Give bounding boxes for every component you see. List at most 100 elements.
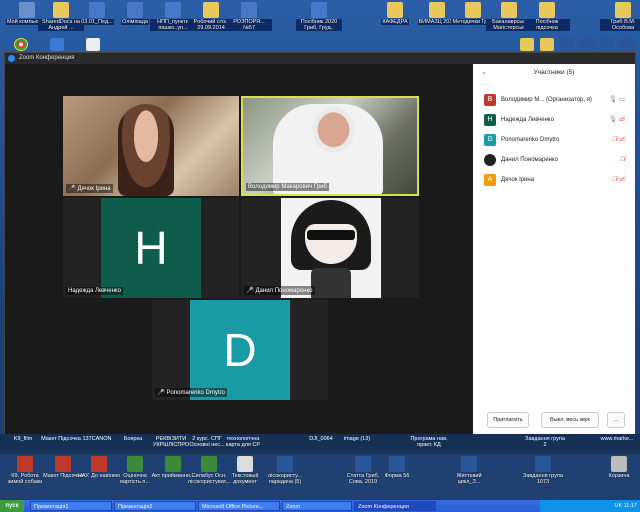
desktop-icon-label: Гриб В.М. Особова <box>600 19 640 31</box>
desktop-icon-label[interactable]: image (13) <box>336 436 378 442</box>
folder-icon[interactable] <box>520 38 534 51</box>
desktop-icon[interactable]: Посібник підсочка <box>524 2 570 31</box>
desktop-icon-label: Завдання група 1073 <box>523 473 563 485</box>
desktop-icon[interactable]: Життєвий цикл_З... <box>446 456 492 485</box>
video-tile-danyl[interactable]: 🎤̸ Данил Пономаренко <box>241 198 419 298</box>
video-icon[interactable]: ▭ <box>619 96 625 103</box>
participants-footer: Пригласить Выкл. весь звук ... <box>473 412 635 428</box>
file-icon <box>465 2 481 18</box>
mute-all-button[interactable]: Выкл. весь звук <box>541 412 599 428</box>
taskbar-item[interactable]: Zoom <box>282 501 352 511</box>
tile-name-label: 🎤̸ Данил Пономаренко <box>244 286 315 295</box>
taskbar-item[interactable]: Презентація2 <box>114 501 196 511</box>
video-tile-levchenko[interactable]: H Надежда Левченко <box>63 198 239 298</box>
participant-avatar: В <box>484 94 496 106</box>
recycle-bin-icon[interactable]: Корзина <box>596 456 640 479</box>
video-off-icon[interactable]: ▭̸ <box>619 176 625 183</box>
file-icon <box>89 2 105 18</box>
file-icon <box>203 2 219 18</box>
chrome-icon[interactable] <box>14 38 28 51</box>
file-icon <box>241 2 257 18</box>
word-doc-icon[interactable] <box>580 38 594 51</box>
desktop-icon-label: КАФЕДРА <box>381 19 409 25</box>
taskbar-item[interactable]: Microsoft Office Picture... <box>198 501 280 511</box>
file-icon <box>535 456 551 472</box>
mic-muted-icon[interactable]: 🎙̸ <box>612 136 617 143</box>
participant-row[interactable]: Данил Пономаренко 🎙̸ <box>473 150 635 170</box>
desktop-icon-label[interactable]: www.marke... <box>596 436 638 442</box>
more-button[interactable]: ... <box>607 412 625 428</box>
desktop-icon-label[interactable]: Програма нав. практ. КД <box>408 436 450 448</box>
video-tile-diachok[interactable]: 🎤̸ Дячок Ірина <box>63 96 239 196</box>
desktop-icon-label[interactable]: технологічна карта для СР <box>222 436 264 448</box>
mic-muted-icon[interactable]: 🎙̸ <box>620 156 625 163</box>
video-tile-ponomarenko[interactable]: D 🎤̸ Ponomarenko Dmytro <box>152 300 328 400</box>
file-icon <box>611 456 627 472</box>
person-silhouette <box>118 104 174 196</box>
invite-button[interactable]: Пригласить <box>487 412 529 428</box>
desktop-icon[interactable]: лісокористу... паредача (5) <box>262 456 308 485</box>
file-icon <box>19 2 35 18</box>
desktop-icon[interactable]: Форма 56 <box>374 456 420 479</box>
file-icon <box>91 456 107 472</box>
start-button[interactable]: пуск <box>0 500 24 512</box>
file-icon <box>165 456 181 472</box>
taskbar-item[interactable]: Презентація1 <box>30 501 112 511</box>
file-icon <box>429 2 445 18</box>
desktop-icon[interactable]: Посібник 2020 Гриб, Груд.. <box>296 2 342 31</box>
zoom-window-title: Zoom Конференция <box>19 55 75 61</box>
file-icon <box>387 2 403 18</box>
word-doc-icon[interactable] <box>600 38 614 51</box>
video-off-icon[interactable]: ▭̸ <box>619 136 625 143</box>
file-icon <box>355 456 371 472</box>
video-tile-hryb[interactable]: Володимир Макарович Гриб <box>241 96 419 196</box>
word-doc-icon[interactable] <box>560 38 574 51</box>
desktop-icon[interactable]: Завдання група 1073 <box>520 456 566 485</box>
file-icon <box>539 2 555 18</box>
file-icon <box>237 456 253 472</box>
mic-muted-icon[interactable]: 🎙̸ <box>612 176 617 183</box>
folder-icon[interactable] <box>540 38 554 51</box>
zoom-titlebar[interactable]: Zoom Конференция <box>5 53 635 64</box>
participant-avatar: A <box>484 174 496 186</box>
file-icon <box>311 2 327 18</box>
mic-icon[interactable]: 🎙 <box>609 96 617 103</box>
video-off-icon[interactable]: ▭̸ <box>619 116 625 123</box>
taskbar-item[interactable]: Zoom Конференция <box>354 501 436 511</box>
desktop-icon-label: РОЗПОРЯ... №57 <box>226 19 272 31</box>
system-tray[interactable]: UK 11:17 <box>540 500 640 512</box>
anime-avatar-image <box>281 198 381 298</box>
word-doc-icon[interactable] <box>620 38 634 51</box>
chevron-down-icon[interactable]: ⌄ <box>481 64 487 82</box>
desktop-icon[interactable]: Гриб В.М. Особова <box>600 2 640 31</box>
participant-name: Володимир М... (Организатор, я) <box>501 97 592 103</box>
participant-avatar: D <box>484 134 496 146</box>
participant-name: Данил Пономаренко <box>501 157 559 163</box>
desktop-icon[interactable]: КАФЕДРА <box>372 2 418 25</box>
participant-name: Надежда Левченко <box>501 117 554 123</box>
desktop-icon-label[interactable]: Завдання група 2 <box>524 436 566 448</box>
browser-icon[interactable] <box>50 38 64 51</box>
mic-muted-icon: 🎤̸ <box>68 186 76 192</box>
mic-muted-icon: 🎤̸ <box>246 288 254 294</box>
participant-row[interactable]: H Надежда Левченко 🎙 ▭̸ <box>473 110 635 130</box>
desktop-icon-label: Олімпіада <box>121 19 149 25</box>
desktop-icon-label: Корзина <box>608 473 630 479</box>
mic-icon[interactable]: 🎙 <box>609 116 617 123</box>
desktop-icon[interactable]: РОЗПОРЯ... №57 <box>226 2 272 31</box>
participant-row[interactable]: A Дячок Ірина 🎙̸ ▭̸ <box>473 170 635 190</box>
desktop-icon-label[interactable]: K9_film <box>2 436 44 442</box>
zoom-logo-icon <box>8 55 15 62</box>
tile-name-label: Надежда Левченко <box>66 287 123 295</box>
participant-row[interactable]: D Ponomarenko Dmytro 🎙̸ ▭̸ <box>473 130 635 150</box>
document-icon[interactable] <box>86 38 100 51</box>
tile-name-label: 🎤̸ Дячок Ірина <box>66 184 113 193</box>
taskbar: пуск Презентація1 Презентація2 Microsoft… <box>0 500 640 512</box>
desktop-icon-label[interactable]: Боярка <box>112 436 154 442</box>
video-area: 🎤̸ Дячок Ірина Володимир Макарович Гриб H… <box>5 64 473 434</box>
participant-row[interactable]: В Володимир М... (Организатор, я) 🎙 ▭ <box>473 90 635 110</box>
file-icon <box>461 456 477 472</box>
avatar-initial: H <box>101 198 201 298</box>
avatar-initial: D <box>190 300 290 400</box>
participants-panel: ⌄ Участники (5) В Володимир М... (Органи… <box>473 64 635 434</box>
